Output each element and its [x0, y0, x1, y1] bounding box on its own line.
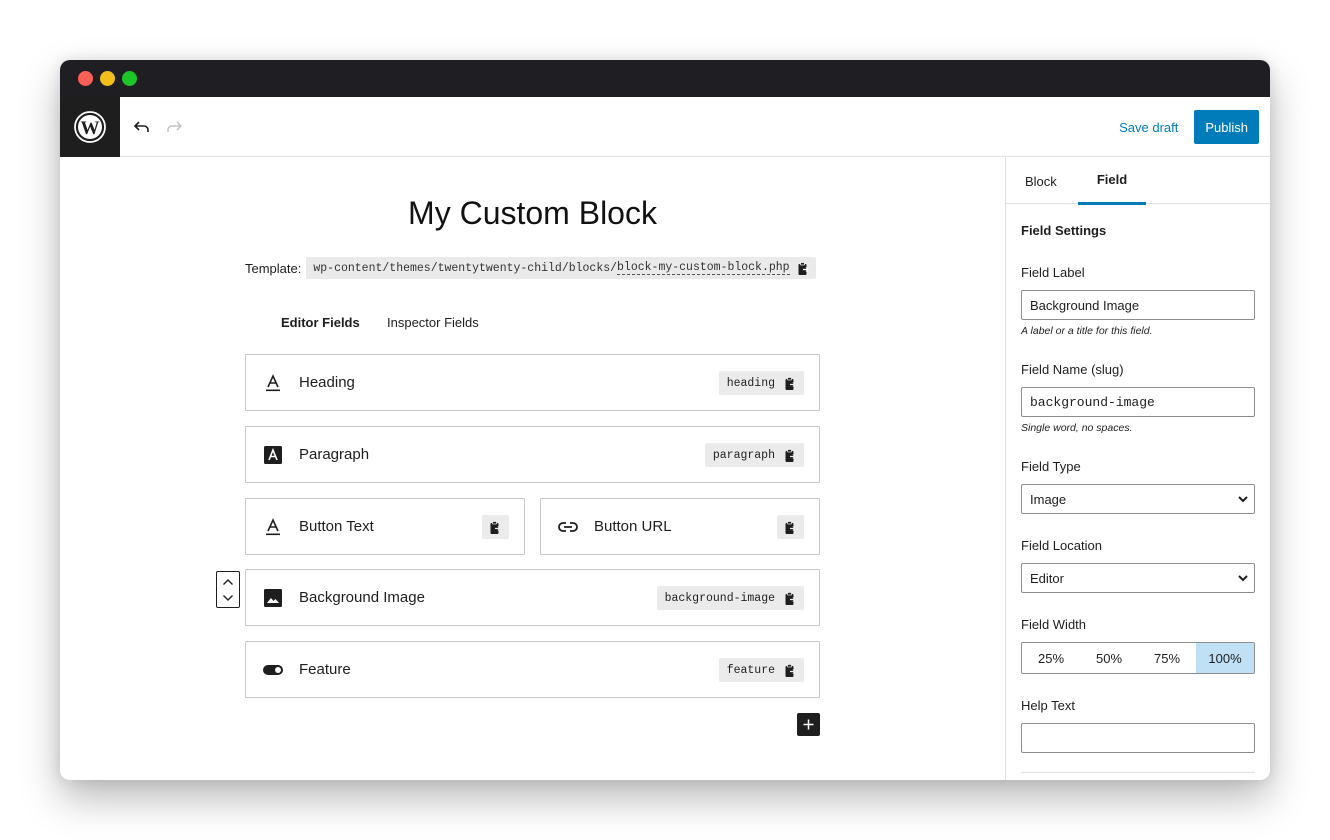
publish-button[interactable]: Publish — [1194, 110, 1259, 144]
field-label-label: Field Label — [1021, 265, 1085, 280]
width-option-75[interactable]: 75% — [1138, 643, 1196, 673]
field-row-background-image[interactable]: Background Image background-image — [245, 569, 820, 626]
field-location-tabs: Editor Fields Inspector Fields — [245, 315, 479, 330]
copy-clipboard-icon[interactable] — [798, 261, 809, 275]
block-title: My Custom Block — [408, 195, 657, 231]
copy-clipboard-icon[interactable] — [785, 376, 796, 390]
width-option-100[interactable]: 100% — [1196, 643, 1254, 673]
template-path-dir: wp-content/themes/twentytwenty-child/blo… — [313, 261, 618, 275]
title-bar — [60, 60, 1270, 97]
copy-clipboard-icon[interactable] — [785, 591, 796, 605]
field-name-label: Field Name (slug) — [1021, 362, 1124, 377]
chevron-down-icon — [1238, 495, 1248, 503]
undo-icon[interactable] — [126, 111, 158, 143]
save-draft-button[interactable]: Save draft — [1109, 112, 1188, 143]
field-location-select[interactable]: Editor — [1021, 563, 1255, 593]
textarea-icon — [263, 445, 283, 465]
panel-divider — [1021, 772, 1255, 773]
help-text-label: Help Text — [1021, 698, 1075, 713]
editor-canvas: My Custom Block Template: wp-content/the… — [60, 157, 1005, 780]
field-label: Heading — [299, 374, 355, 391]
field-row-paragraph[interactable]: Paragraph paragraph — [245, 426, 820, 483]
text-icon — [263, 373, 283, 393]
field-slug: feature — [718, 658, 804, 682]
move-down-button[interactable] — [222, 590, 234, 606]
tab-editor-fields[interactable]: Editor Fields — [245, 315, 387, 330]
sidebar-tabs: Block Field — [1006, 157, 1270, 205]
redo-icon[interactable] — [158, 111, 190, 143]
field-slug: heading — [718, 371, 804, 395]
field-mover — [216, 571, 240, 608]
field-label: Button URL — [594, 518, 672, 535]
field-slug-text: background-image — [664, 591, 775, 605]
width-option-50[interactable]: 50% — [1080, 643, 1138, 673]
copy-clipboard-icon[interactable] — [785, 663, 796, 677]
copy-clipboard-icon[interactable] — [785, 448, 796, 462]
image-icon — [263, 588, 283, 608]
text-icon — [263, 517, 283, 537]
chevron-down-icon — [1238, 574, 1248, 582]
field-label-help: A label or a title for this field. — [1021, 325, 1153, 337]
field-label: Button Text — [299, 518, 374, 535]
field-location-value: Editor — [1030, 570, 1064, 586]
field-name-input[interactable]: background-image — [1021, 387, 1255, 417]
editor-toolbar: W Save draft Publish — [60, 96, 1270, 157]
field-slug-text: feature — [726, 663, 775, 677]
field-row-heading[interactable]: Heading heading — [245, 354, 820, 411]
plus-icon — [803, 719, 814, 730]
template-row: Template: wp-content/themes/twentytwenty… — [245, 257, 816, 279]
field-label: Background Image — [299, 589, 425, 606]
field-slug: paragraph — [704, 443, 804, 467]
field-row-button-text[interactable]: Button Text — [245, 498, 525, 555]
field-label: Paragraph — [299, 446, 370, 463]
toggle-icon — [263, 660, 283, 680]
template-label: Template: — [245, 260, 302, 276]
field-slug — [482, 515, 509, 539]
field-label-input[interactable]: Background Image — [1021, 290, 1255, 320]
field-type-value: Image — [1030, 491, 1067, 507]
add-field-button[interactable] — [797, 713, 820, 736]
template-path-file[interactable]: block-my-custom-block.php — [617, 261, 790, 275]
field-width-group: 25% 50% 75% 100% — [1021, 642, 1255, 674]
field-location-label: Field Location — [1021, 538, 1102, 553]
wordpress-logo-icon[interactable]: W — [60, 96, 120, 157]
field-width-label: Field Width — [1021, 617, 1087, 632]
field-row-button-url[interactable]: Button URL — [540, 498, 820, 555]
field-slug-text: heading — [726, 376, 775, 390]
settings-sidebar: Block Field Field Settings Field Label B… — [1005, 157, 1270, 780]
field-label: Feature — [299, 661, 351, 678]
width-option-25[interactable]: 25% — [1022, 643, 1080, 673]
field-name-help: Single word, no spaces. — [1021, 422, 1133, 434]
copy-clipboard-icon[interactable] — [785, 520, 796, 534]
tab-field[interactable]: Field — [1078, 157, 1146, 205]
window-close-button[interactable] — [78, 71, 93, 86]
move-up-button[interactable] — [222, 574, 234, 590]
window-minimize-button[interactable] — [100, 71, 115, 86]
field-settings-heading: Field Settings — [1021, 223, 1107, 238]
copy-clipboard-icon[interactable] — [490, 520, 501, 534]
field-type-select[interactable]: Image — [1021, 484, 1255, 514]
field-slug — [777, 515, 804, 539]
help-text-input[interactable] — [1021, 723, 1255, 753]
field-type-label: Field Type — [1021, 459, 1081, 474]
link-icon — [558, 517, 578, 537]
window-maximize-button[interactable] — [122, 71, 137, 86]
tab-inspector-fields[interactable]: Inspector Fields — [387, 315, 479, 330]
app-window: W Save draft Publish My Custom Block Tem… — [60, 60, 1270, 780]
field-slug-text: paragraph — [712, 448, 775, 462]
tab-block[interactable]: Block — [1025, 157, 1078, 204]
field-slug: background-image — [656, 586, 804, 610]
field-settings-panel: Field Settings Field Label Background Im… — [1006, 223, 1270, 773]
svg-text:W: W — [81, 118, 100, 139]
template-path: wp-content/themes/twentytwenty-child/blo… — [306, 257, 816, 279]
field-row-feature[interactable]: Feature feature — [245, 641, 820, 698]
